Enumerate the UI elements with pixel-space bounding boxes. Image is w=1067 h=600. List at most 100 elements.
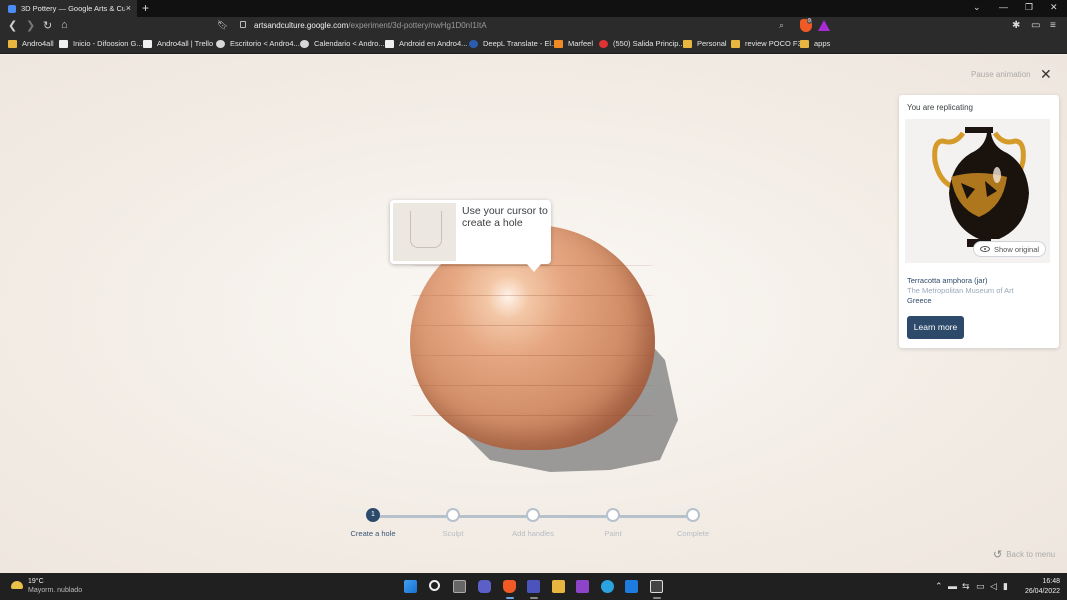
browser-tab[interactable]: 3D Pottery — Google Arts & Culture ×	[0, 0, 137, 17]
bookmark-item[interactable]: Android en Andro4...	[385, 39, 467, 48]
page-icon	[143, 39, 152, 48]
eye-icon	[980, 246, 990, 252]
search-icon[interactable]: ⌕	[779, 20, 784, 31]
weather-description[interactable]: Mayorm. nublado	[28, 587, 82, 594]
show-original-button[interactable]: Show original	[973, 241, 1047, 257]
reload-icon[interactable]: ↻	[43, 19, 52, 32]
tray-app-icon[interactable]: ⇆	[962, 581, 970, 592]
weather-cloud-sun-icon[interactable]	[11, 581, 23, 589]
tray-app-icon[interactable]: ▬	[948, 581, 957, 591]
close-icon[interactable]: ✕	[1040, 66, 1052, 83]
bookmark-item[interactable]: Marfeel	[554, 39, 593, 48]
url-text[interactable]: artsandculture.google.com/experiment/3d-…	[254, 21, 487, 30]
extensions-puzzle-icon[interactable]: ✱	[1012, 20, 1020, 31]
object-place: Greece	[907, 296, 932, 305]
step-label: Create a hole	[350, 529, 396, 538]
step-3-marker[interactable]	[526, 508, 540, 522]
bookmark-item[interactable]: Escritorio < Andro4...	[216, 39, 300, 48]
weather-temperature[interactable]: 19°C	[28, 578, 44, 585]
home-icon[interactable]: ⌂	[61, 19, 68, 31]
back-arrow-icon[interactable]: ❮	[8, 19, 17, 32]
running-app-indicator	[530, 597, 538, 599]
battery-icon[interactable]: ▮	[1003, 581, 1008, 592]
bookmark-label: Calendario < Andro...	[314, 39, 385, 48]
folder-icon	[731, 39, 740, 48]
bookmark-item[interactable]: Andro4all	[8, 39, 54, 48]
volume-icon[interactable]: ◁	[990, 581, 997, 592]
brave-rewards-icon[interactable]	[818, 20, 830, 31]
forward-arrow-icon[interactable]: ❯	[26, 19, 35, 32]
object-title-link[interactable]: Terracotta amphora (jar)	[907, 276, 987, 285]
wordpress-icon	[216, 39, 225, 48]
replicating-card: You are replicating Show original Terrac…	[899, 95, 1059, 348]
pottery-experiment-page: Pause animation ✕ Use your cursor to cre…	[0, 55, 1067, 573]
bookmark-item[interactable]: DeepL Translate - El...	[469, 39, 557, 48]
bookmark-label: review POCO F3	[745, 39, 802, 48]
pot-ridge	[410, 385, 655, 386]
browser-tab-strip: 3D Pottery — Google Arts & Culture × + ⌄…	[0, 0, 1067, 17]
snipping-tool-icon[interactable]	[650, 580, 663, 593]
bookmark-item[interactable]: Personal	[683, 39, 727, 48]
teams-chat-icon[interactable]	[478, 580, 491, 593]
display-icon[interactable]: ▭	[976, 581, 985, 592]
step-label: Complete	[676, 529, 710, 538]
file-explorer-icon[interactable]	[552, 580, 565, 593]
system-clock[interactable]: 16:48 26/04/2022	[1020, 577, 1060, 597]
browser-toolbar: ❮ ❯ ↻ ⌂ 🔖︎ artsandculture.google.com/exp…	[0, 17, 1067, 36]
url-path: /experiment/3d-pottery/nwHg1D0nI1ItA	[348, 21, 487, 30]
progress-steps: 1 Create a hole Sculpt Add handles Paint…	[0, 507, 1067, 547]
step-2-marker[interactable]	[446, 508, 460, 522]
menu-icon[interactable]: ≡	[1050, 20, 1056, 31]
minimize-icon[interactable]: —	[999, 2, 1008, 12]
window-close-icon[interactable]: ✕	[1050, 2, 1058, 13]
learn-more-button[interactable]: Learn more	[907, 316, 964, 339]
folder-icon	[683, 39, 692, 48]
bookmark-label: (550) Salida Princip...	[613, 39, 685, 48]
step-label: Add handles	[512, 529, 554, 538]
bookmark-label: apps	[814, 39, 831, 48]
pot-ridge	[410, 295, 655, 296]
new-tab-icon[interactable]: +	[142, 1, 149, 15]
folder-icon	[800, 39, 809, 48]
windows-start-icon[interactable]	[404, 580, 417, 593]
show-original-label: Show original	[994, 244, 1040, 254]
bookmark-item[interactable]: (550) Salida Princip...	[599, 39, 685, 48]
restore-icon[interactable]: ❐	[1025, 2, 1033, 13]
task-view-icon[interactable]	[453, 580, 466, 593]
step-1-marker[interactable]: 1	[366, 508, 380, 522]
back-to-menu-button[interactable]: ↺ Back to menu	[993, 548, 1055, 561]
bookmark-item[interactable]: review POCO F3	[731, 39, 802, 48]
tab-search-chevron-icon[interactable]: ⌄	[973, 2, 981, 13]
pause-animation-button[interactable]: Pause animation	[971, 70, 1031, 79]
wallet-icon[interactable]: ▭	[1031, 20, 1040, 31]
tab-title: 3D Pottery — Google Arts & Culture	[21, 4, 125, 13]
step-5-marker[interactable]	[686, 508, 700, 522]
bookmark-item[interactable]: Inicio - Difoosion G...	[59, 39, 143, 48]
url-host: artsandculture.google.com	[254, 21, 349, 30]
brave-icon[interactable]	[503, 580, 516, 593]
active-app-indicator	[506, 597, 514, 599]
step-4-marker[interactable]	[606, 508, 620, 522]
bookmark-item[interactable]: apps	[800, 39, 830, 48]
bookmark-icon[interactable]: 🔖︎	[217, 20, 228, 31]
museum-link[interactable]: The Metropolitan Museum of Art	[907, 286, 1014, 295]
telegram-icon[interactable]	[601, 580, 614, 593]
search-icon[interactable]	[429, 580, 440, 591]
page-icon	[59, 39, 68, 48]
todo-icon[interactable]	[625, 580, 638, 593]
clock-time: 16:48	[1042, 578, 1060, 585]
shields-count-badge: 9	[807, 18, 812, 24]
teams-icon[interactable]	[527, 580, 540, 593]
bookmark-item[interactable]: Calendario < Andro...	[300, 39, 385, 48]
bookmark-item[interactable]: Andro4all | Trello	[143, 39, 213, 48]
wordpress-icon	[300, 39, 309, 48]
marfeel-icon	[554, 39, 563, 48]
bookmark-label: Andro4all | Trello	[157, 39, 214, 48]
tab-close-icon[interactable]: ×	[126, 3, 131, 13]
lock-icon[interactable]	[240, 21, 246, 28]
youtube-icon	[599, 39, 608, 48]
tray-chevron-up-icon[interactable]: ⌃	[935, 581, 943, 592]
card-heading: You are replicating	[907, 103, 973, 112]
instruction-tooltip: Use your cursor to create a hole	[390, 200, 551, 272]
affinity-icon[interactable]	[576, 580, 589, 593]
